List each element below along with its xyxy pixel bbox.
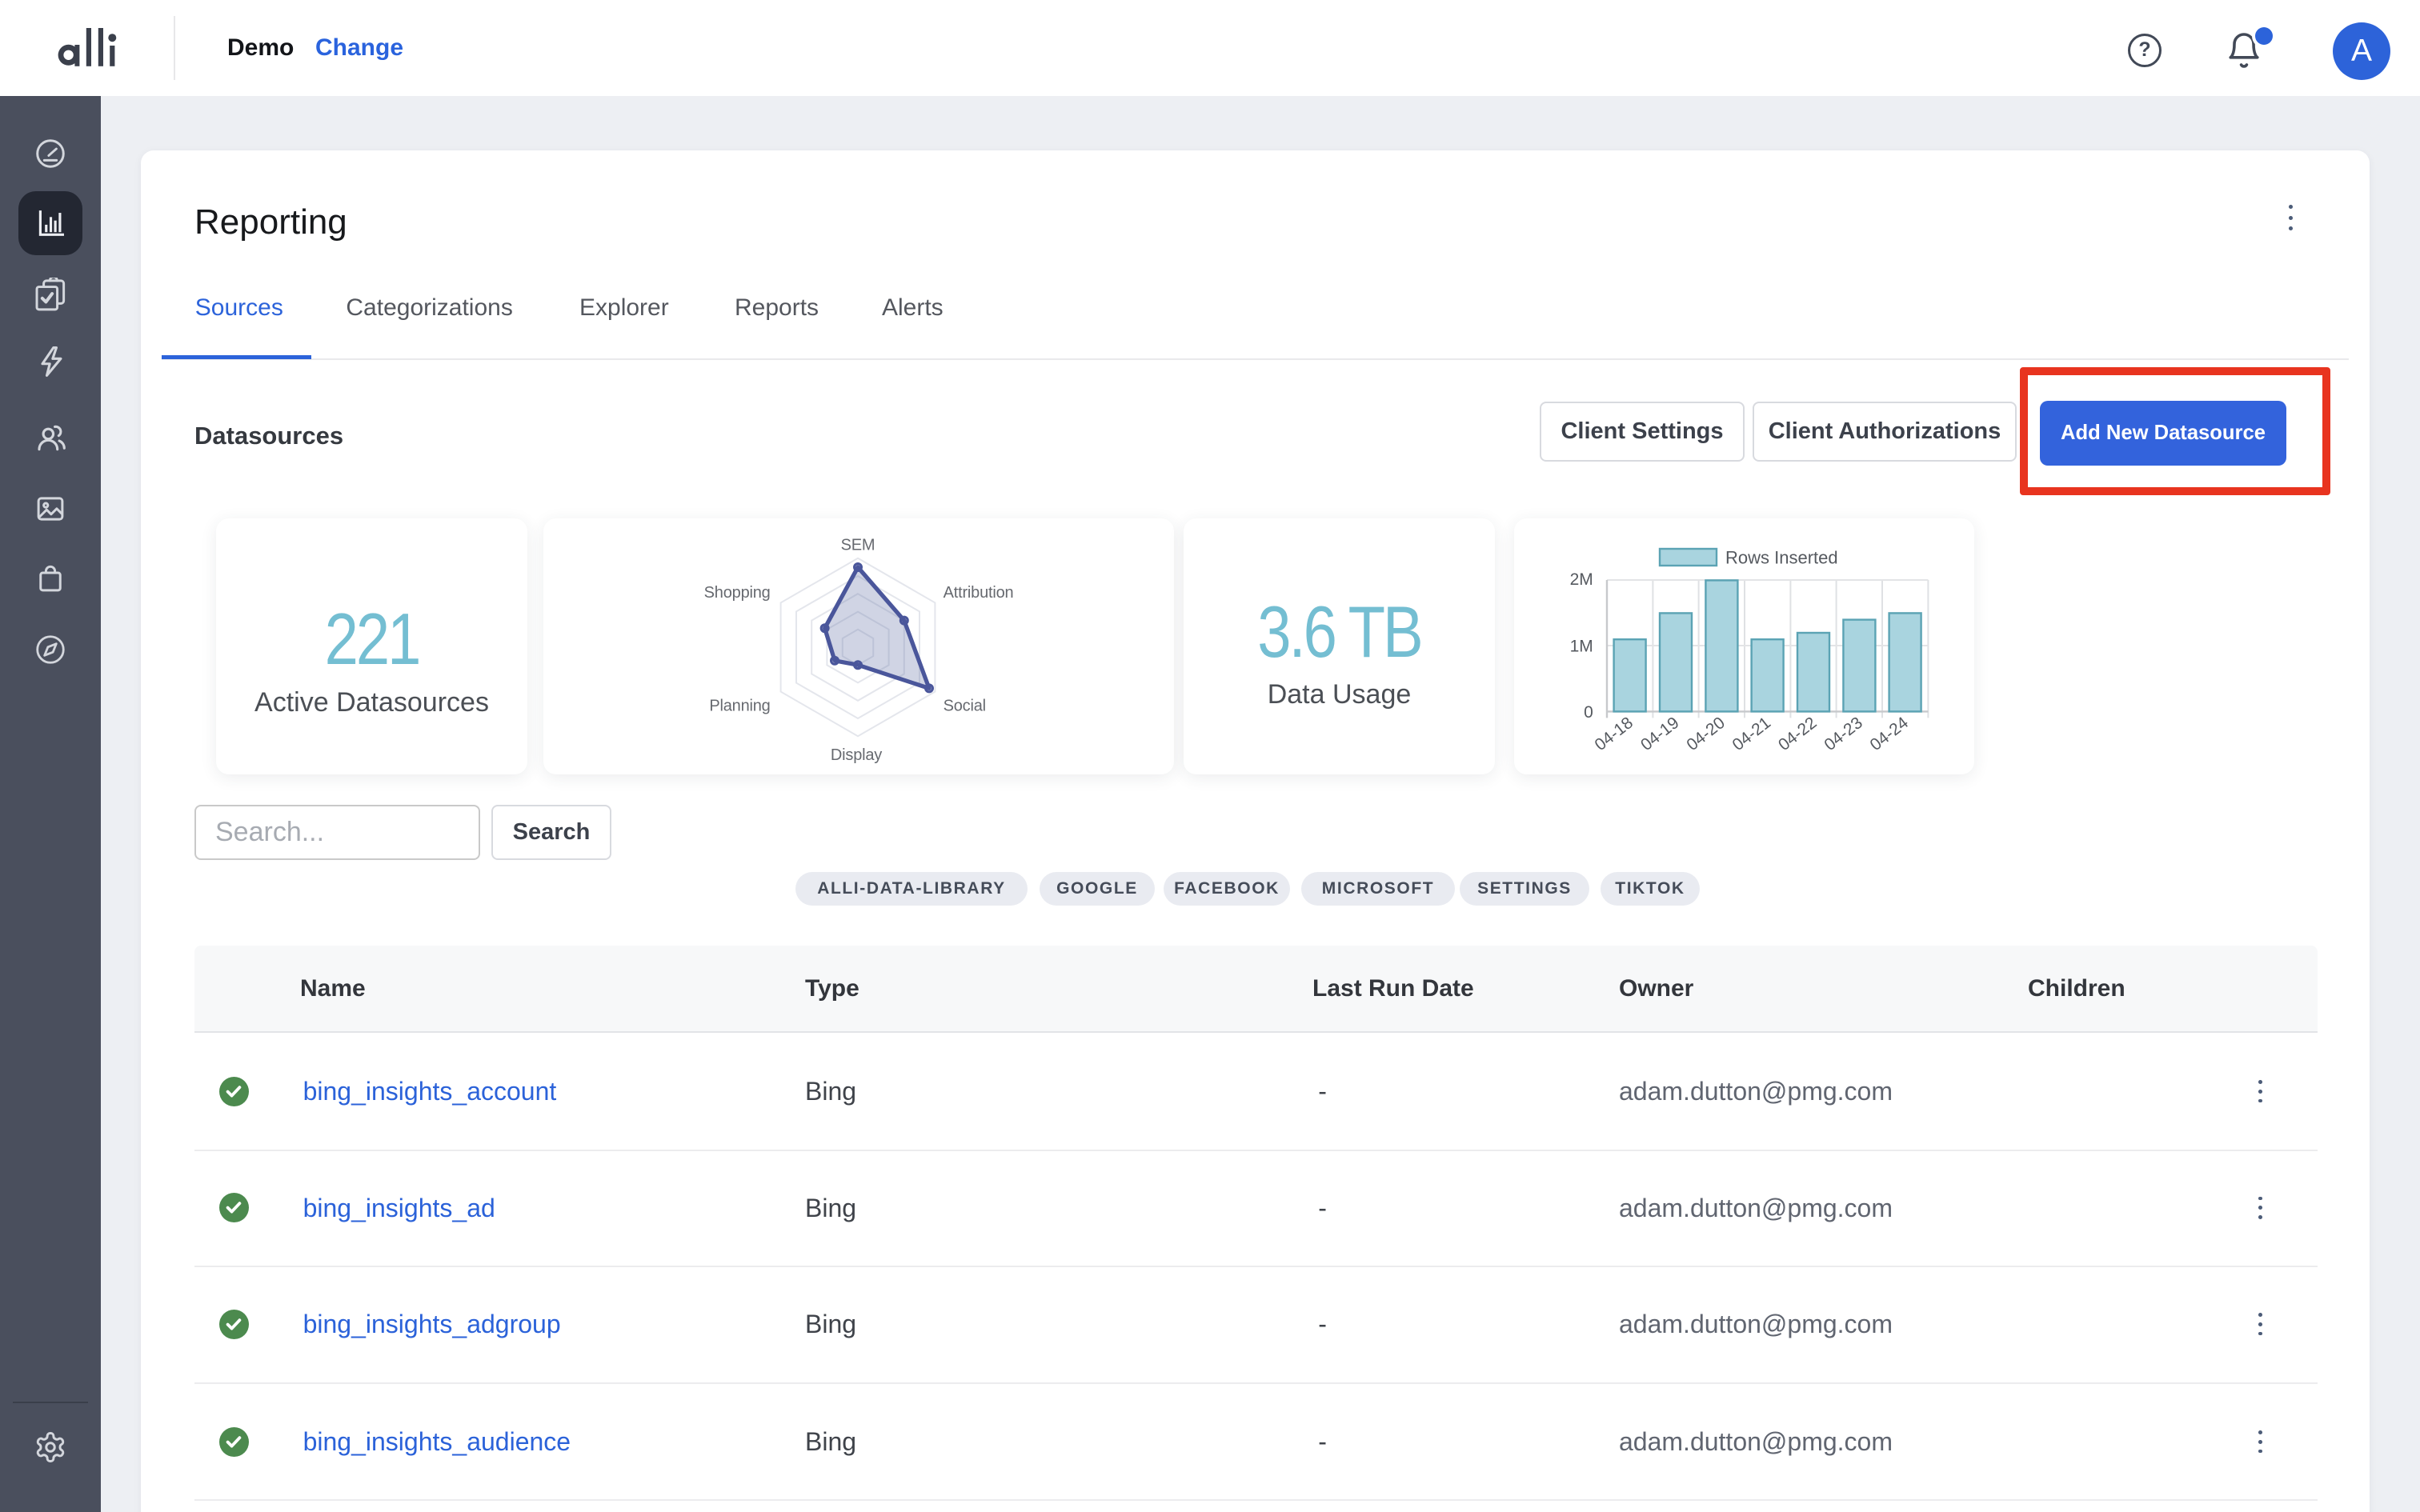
svg-text:04-20: 04-20 bbox=[1683, 714, 1728, 754]
svg-text:2M: 2M bbox=[1570, 570, 1593, 589]
svg-text:04-21: 04-21 bbox=[1729, 714, 1774, 754]
svg-text:Attribution: Attribution bbox=[944, 584, 1014, 602]
svg-text:04-22: 04-22 bbox=[1775, 714, 1820, 754]
svg-text:0: 0 bbox=[1584, 703, 1593, 722]
svg-text:Planning: Planning bbox=[709, 697, 770, 714]
svg-text:04-19: 04-19 bbox=[1637, 714, 1682, 754]
svg-text:04-24: 04-24 bbox=[1867, 714, 1913, 754]
svg-text:Display: Display bbox=[831, 746, 882, 764]
svg-text:Social: Social bbox=[944, 697, 986, 714]
svg-text:SEM: SEM bbox=[841, 537, 875, 554]
svg-text:04-18: 04-18 bbox=[1592, 714, 1637, 754]
svg-text:04-23: 04-23 bbox=[1821, 714, 1865, 754]
svg-text:Shopping: Shopping bbox=[704, 584, 771, 602]
svg-text:1M: 1M bbox=[1570, 637, 1593, 655]
svg-text:Rows Inserted: Rows Inserted bbox=[1725, 548, 1838, 568]
